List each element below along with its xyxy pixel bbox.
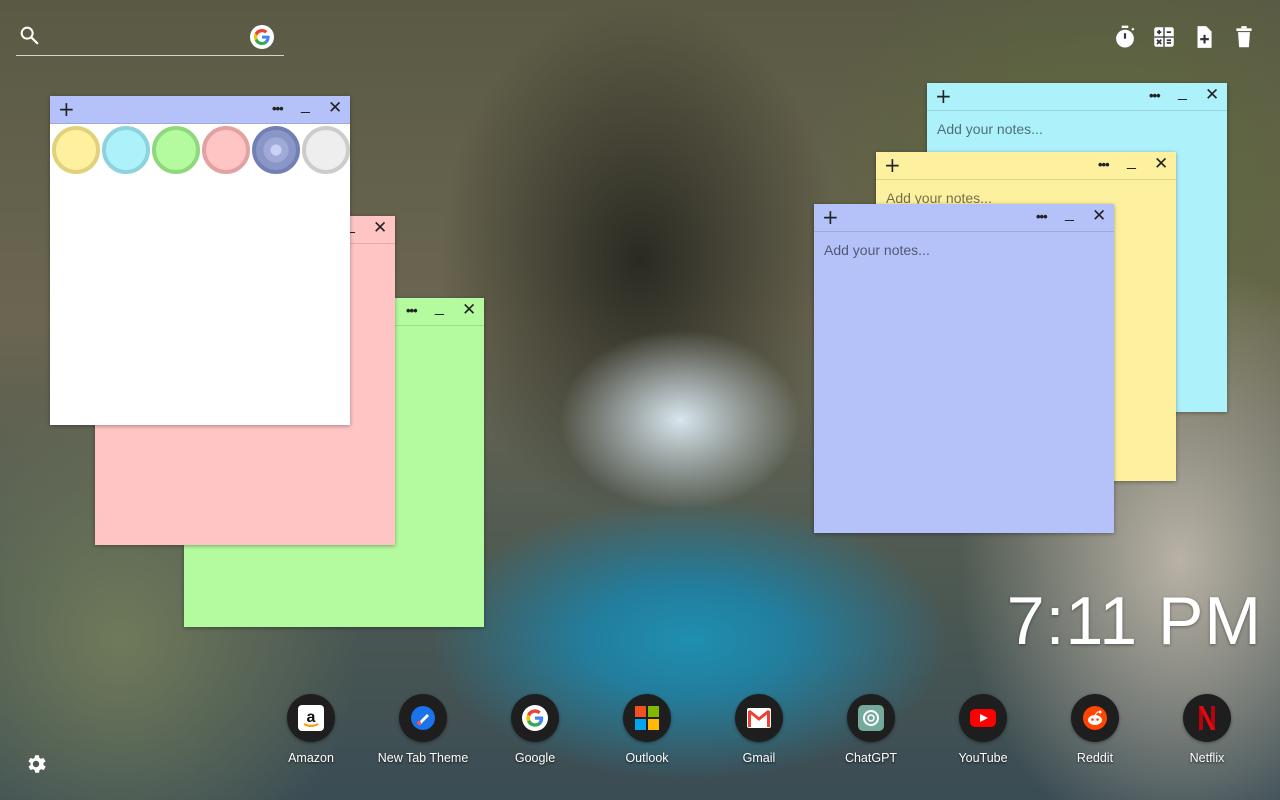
minimize-icon[interactable]: _ — [301, 98, 310, 114]
new-tab-theme-icon — [399, 694, 447, 742]
close-icon[interactable]: ✕ — [1092, 208, 1106, 225]
gear-icon[interactable] — [24, 752, 48, 776]
shortcut-label: Gmail — [742, 751, 776, 765]
color-palette — [52, 126, 350, 176]
note-header[interactable]: + ••• _ ✕ — [876, 152, 1176, 180]
minimize-icon[interactable]: _ — [1065, 206, 1074, 222]
shortcut-label: New Tab Theme — [377, 751, 469, 765]
note-header[interactable]: + ••• _ ✕ — [50, 96, 350, 124]
shortcut-label: ChatGPT — [844, 751, 898, 765]
more-options-icon[interactable]: ••• — [1036, 210, 1048, 223]
close-icon[interactable]: ✕ — [462, 302, 476, 319]
microsoft-icon — [623, 694, 671, 742]
shortcut-label: Google — [514, 751, 556, 765]
minimize-icon[interactable]: _ — [1127, 154, 1136, 170]
close-icon[interactable]: ✕ — [1205, 87, 1219, 104]
add-note-icon[interactable]: + — [822, 207, 839, 227]
shortcut-label: Reddit — [1076, 751, 1114, 765]
note-textarea[interactable] — [824, 242, 1104, 523]
youtube-icon — [959, 694, 1007, 742]
shortcut-outlook[interactable]: Outlook — [591, 694, 703, 765]
new-file-icon[interactable] — [1191, 24, 1217, 50]
google-icon — [511, 694, 559, 742]
color-swatch-gray[interactable] — [302, 126, 350, 174]
shortcut-youtube[interactable]: YouTube — [927, 694, 1039, 765]
netflix-icon — [1183, 694, 1231, 742]
svg-text:a: a — [307, 709, 316, 726]
shortcut-chatgpt[interactable]: ChatGPT — [815, 694, 927, 765]
color-swatch-yellow[interactable] — [52, 126, 100, 174]
close-icon[interactable]: ✕ — [1154, 156, 1168, 173]
calculator-icon[interactable] — [1151, 24, 1177, 50]
shortcut-reddit[interactable]: Reddit — [1039, 694, 1151, 765]
shortcut-label: Outlook — [625, 751, 669, 765]
more-options-icon[interactable]: ••• — [272, 102, 284, 115]
close-icon[interactable]: ✕ — [373, 220, 387, 237]
reddit-icon — [1071, 694, 1119, 742]
clock: 7:11 PM — [1006, 583, 1262, 659]
stopwatch-icon[interactable] — [1112, 24, 1138, 50]
trash-icon[interactable] — [1231, 24, 1257, 50]
sticky-note-blue[interactable]: + ••• _ ✕ — [814, 204, 1114, 533]
color-swatch-cyan[interactable] — [102, 126, 150, 174]
more-options-icon[interactable]: ••• — [406, 304, 418, 317]
shortcut-new-tab-theme[interactable]: New Tab Theme — [367, 694, 479, 765]
search-icon[interactable] — [18, 24, 40, 46]
minimize-icon[interactable]: _ — [435, 300, 444, 316]
google-icon[interactable] — [250, 25, 274, 49]
more-options-icon[interactable]: ••• — [1098, 158, 1110, 171]
sticky-note-white[interactable]: + ••• _ ✕ — [50, 96, 350, 425]
note-header[interactable]: + ••• _ ✕ — [927, 83, 1227, 111]
shortcut-netflix[interactable]: Netflix — [1151, 694, 1263, 765]
note-header[interactable]: + ••• _ ✕ — [814, 204, 1114, 232]
shortcut-google[interactable]: Google — [479, 694, 591, 765]
search-bar — [16, 22, 284, 56]
chatgpt-icon — [847, 694, 895, 742]
color-swatch-pink[interactable] — [202, 126, 250, 174]
add-note-icon[interactable]: + — [935, 86, 952, 106]
shortcut-label: Amazon — [288, 751, 334, 765]
search-input[interactable] — [48, 24, 248, 48]
add-note-icon[interactable]: + — [884, 155, 901, 175]
close-icon[interactable]: ✕ — [328, 100, 342, 117]
minimize-icon[interactable]: _ — [1178, 85, 1187, 101]
add-note-icon[interactable]: + — [58, 99, 75, 119]
shortcut-label: Netflix — [1189, 751, 1225, 765]
gmail-icon — [735, 694, 783, 742]
more-options-icon[interactable]: ••• — [1149, 89, 1161, 102]
shortcut-gmail[interactable]: Gmail — [703, 694, 815, 765]
color-swatch-blue[interactable] — [252, 126, 300, 174]
amazon-icon: a — [287, 694, 335, 742]
shortcut-amazon[interactable]: a Amazon — [255, 694, 367, 765]
color-swatch-green[interactable] — [152, 126, 200, 174]
shortcut-label: YouTube — [958, 751, 1008, 765]
